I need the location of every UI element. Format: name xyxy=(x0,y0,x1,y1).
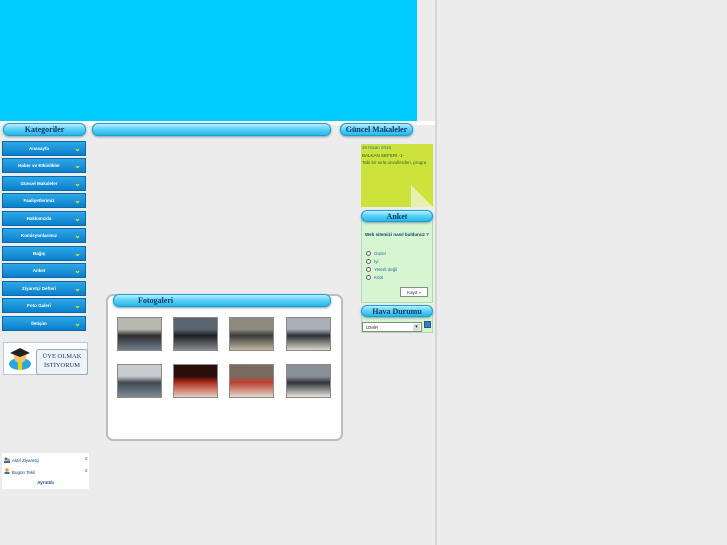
article-note[interactable]: 26 Nisan 2016 BALKAN SEFERİ -1- Tabi bir… xyxy=(361,144,433,207)
articles-title: Güncel Makaleler xyxy=(345,125,408,134)
radio-icon[interactable] xyxy=(366,274,371,280)
hall-photo[interactable] xyxy=(286,317,331,351)
poll-option[interactable]: Güzel xyxy=(366,249,426,257)
chevron-down-icon: ⌄ xyxy=(74,301,81,310)
today-unique-label: Bugün Tekil xyxy=(12,470,36,475)
radio-icon[interactable] xyxy=(366,266,371,272)
member-banner[interactable]: ÜYE OLMAK İSTİYORUM xyxy=(3,342,88,375)
chevron-down-icon: ⌄ xyxy=(74,231,81,240)
categories-header: Kategoriler xyxy=(3,123,86,136)
chevron-down-icon: ⌄ xyxy=(74,284,81,293)
event-photo[interactable] xyxy=(117,364,162,398)
article-excerpt: Tabi bir sırla unvullerden, progra xyxy=(362,160,427,165)
sidebar-item[interactable]: Anasayfa ⌄ xyxy=(2,141,86,156)
today-unique-icon xyxy=(4,468,10,474)
chevron-down-icon: ⌄ xyxy=(74,266,81,275)
poll-option-label: Kötü xyxy=(374,274,384,280)
poll-option[interactable]: İyi xyxy=(366,257,426,265)
radio-icon[interactable] xyxy=(366,250,371,256)
poll-option-label: Güzel xyxy=(374,250,386,256)
sidebar-item-label: Hakkımızda xyxy=(26,216,52,221)
sidebar-item[interactable]: Foto Galeri ⌄ xyxy=(2,298,86,313)
articles-header: Güncel Makaleler xyxy=(340,123,413,136)
sidebar-item[interactable]: Güncel Makaleler ⌄ xyxy=(2,176,86,191)
gallery-title: Fotogaleri xyxy=(138,296,174,305)
poll-question: Web sitemizi nasıl buldunuz ? xyxy=(365,232,429,237)
member-graduate-icon xyxy=(7,346,33,372)
sidebar-item[interactable]: Komisyonlarımız ⌄ xyxy=(2,228,86,243)
sidebar-item[interactable]: Hakkımızda ⌄ xyxy=(2,211,86,226)
sidebar-item[interactable]: Ziyaretçi Defteri ⌄ xyxy=(2,281,86,296)
chevron-down-icon: ⌄ xyxy=(74,214,81,223)
chevron-down-icon: ▾ xyxy=(413,324,420,331)
lecture-photo[interactable] xyxy=(286,364,331,398)
poll-title: Anket xyxy=(386,211,408,221)
page-background-right xyxy=(435,0,727,545)
poll-header: Anket xyxy=(361,210,433,222)
page-curl-icon xyxy=(411,185,433,207)
poll-option-label: İyi xyxy=(374,258,379,264)
center-top-bar xyxy=(92,123,331,136)
article-headline[interactable]: BALKAN SEFERİ -1- xyxy=(362,153,404,158)
weather-header: Hava Durumu xyxy=(361,305,433,317)
active-visitors-icon xyxy=(4,457,10,463)
gallery-header: Fotogaleri xyxy=(113,294,331,307)
sidebar-item-label: Anket xyxy=(32,268,46,273)
active-visitors-value: 2 xyxy=(85,456,88,461)
today-unique-value: 2 xyxy=(85,468,88,473)
conference-photo[interactable] xyxy=(229,317,274,351)
chevron-down-icon: ⌄ xyxy=(74,144,81,153)
header-banner xyxy=(0,0,417,121)
chevron-down-icon: ⌄ xyxy=(74,179,81,188)
active-visitors-label: Aktif Ziyaretçi xyxy=(12,458,40,463)
weather-title: Hava Durumu xyxy=(372,306,422,316)
sidebar-item[interactable]: İletişim ⌄ xyxy=(2,316,86,331)
visitor-stats: Aktif Ziyaretçi 2 Bugün Tekil 2 Ayrıntıl… xyxy=(2,453,89,489)
weather-city-value: İZMİR xyxy=(366,324,379,330)
poll-option[interactable]: Kötü xyxy=(366,273,426,281)
stats-detail-link[interactable]: Ayrıntılı xyxy=(2,480,89,485)
ceremony-photo[interactable] xyxy=(229,364,274,398)
sidebar-item-label: Anasayfa xyxy=(28,146,49,151)
save-icon[interactable] xyxy=(424,321,431,328)
article-date: 26 Nisan 2016 xyxy=(362,145,392,150)
chevron-down-icon: ⌄ xyxy=(74,161,81,170)
sidebar-item-label: Bağış xyxy=(32,251,46,256)
member-banner-text: ÜYE OLMAK İSTİYORUM xyxy=(36,349,88,375)
sidebar-item-label: Haber ve Etkinlikler xyxy=(18,163,60,168)
radio-icon[interactable] xyxy=(366,258,371,264)
member-line2: İSTİYORUM xyxy=(43,362,81,369)
poll-option-label: Yeterli değil xyxy=(374,266,398,272)
stage-photo[interactable] xyxy=(173,364,218,398)
sidebar-item[interactable]: Faaliyetlerimiz ⌄ xyxy=(2,193,86,208)
sidebar-item-label: Güncel Makaleler xyxy=(20,181,58,186)
poll-option[interactable]: Yeterli değil xyxy=(366,265,426,273)
chevron-down-icon: ⌄ xyxy=(74,249,81,258)
sidebar-item-label: Foto Galeri xyxy=(27,303,51,308)
chevron-down-icon: ⌄ xyxy=(74,196,81,205)
sidebar-item[interactable]: Anket ⌄ xyxy=(2,263,86,278)
sidebar-item-label: Faaliyetlerimiz xyxy=(23,198,55,203)
sidebar-item-label: Komisyonlarımız xyxy=(20,233,57,238)
chevron-down-icon: ⌄ xyxy=(74,319,81,328)
group-photo[interactable] xyxy=(173,317,218,351)
sidebar-item[interactable]: Bağış ⌄ xyxy=(2,246,86,261)
sidebar-item-label: Ziyaretçi Defteri xyxy=(21,286,56,291)
sidebar-item[interactable]: Haber ve Etkinlikler ⌄ xyxy=(2,158,86,173)
poll-submit-button[interactable]: Kayıt » xyxy=(400,287,428,297)
member-line1: ÜYE OLMAK xyxy=(42,353,82,360)
categories-title: Kategoriler xyxy=(24,125,65,134)
sidebar-item-label: İletişim xyxy=(31,321,47,326)
meeting-photo[interactable] xyxy=(117,317,162,351)
weather-city-select[interactable]: İZMİR ▾ xyxy=(362,322,422,332)
